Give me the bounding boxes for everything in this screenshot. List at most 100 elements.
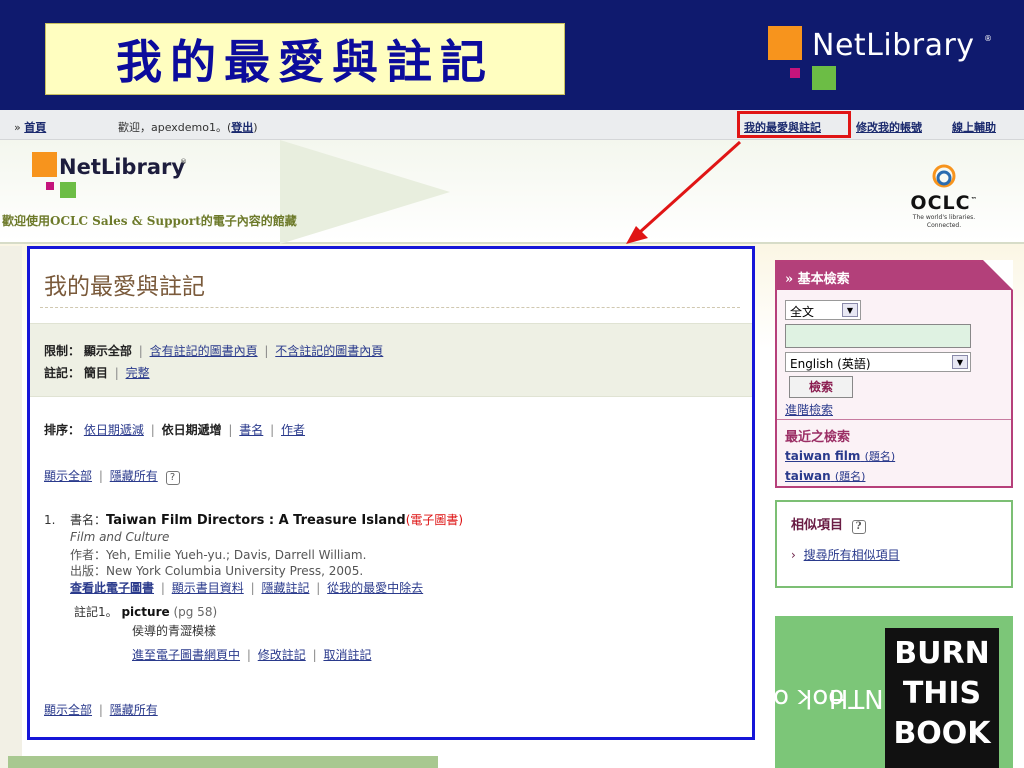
netlibrary-logo[interactable]: NetLibrary ® <box>32 152 202 202</box>
book-of-the-month-promo[interactable]: ook of the ONTH BURN THIS BOOK <box>775 616 1013 768</box>
advanced-search-link[interactable]: 進階檢索 <box>785 401 833 418</box>
show-all-link[interactable]: 顯示全部 <box>44 469 92 483</box>
note-keyword: picture <box>121 605 170 619</box>
sort-title-link[interactable]: 書名 <box>239 423 263 437</box>
book-cover-line-3: BOOK <box>893 716 991 751</box>
logo-registered-mark: ® <box>180 158 187 166</box>
botm-vertical-text: ook of the ONTH <box>775 628 905 768</box>
home-link[interactable]: 首頁 <box>24 121 46 134</box>
similar-items-panel: 相似項目 ? › 搜尋所有相似項目 <box>775 500 1013 588</box>
logo-orange-square <box>32 152 57 177</box>
oclc-tagline-1: The world's libraries. <box>912 214 976 221</box>
botm-book-cover[interactable]: BURN THIS BOOK <box>885 628 999 768</box>
search-similar-link[interactable]: 搜尋所有相似項目 <box>804 548 900 562</box>
edit-note-link[interactable]: 修改註記 <box>258 648 306 662</box>
favorites-highlight-box <box>737 111 851 138</box>
book-cover-line-1: BURN <box>894 636 990 671</box>
search-scope-select[interactable]: 全文 ▼ <box>785 300 861 320</box>
search-divider <box>777 419 1011 420</box>
search-button[interactable]: 檢索 <box>789 376 853 398</box>
chevron-down-icon: ▼ <box>952 355 968 369</box>
filter-box: 限制： 顯示全部 | 含有註記的圖書內頁 | 不含註記的圖書內頁 註記： 簡目 … <box>30 323 752 397</box>
separator: | <box>98 469 103 483</box>
author-line: 作者：Yeh, Emilie Yueh-yu.; Davis, Darrell … <box>70 548 367 562</box>
delete-note-link[interactable]: 取消註記 <box>323 648 371 662</box>
separator: | <box>312 648 317 662</box>
notes-row: 註記： 簡目 | 完整 <box>44 364 150 381</box>
record-title-line: 書名：Taiwan Film Directors : A Treasure Is… <box>70 511 463 528</box>
separator: | <box>316 581 321 595</box>
logo-orange-square <box>768 26 802 60</box>
edit-account-link[interactable]: 修改我的帳號 <box>856 119 922 135</box>
slide-title: 我的最愛與註記 <box>116 35 494 89</box>
page-title: 我的最愛與註記 <box>44 274 205 300</box>
logo-text: NetLibrary <box>59 155 186 179</box>
notes-full-link[interactable]: 完整 <box>126 366 150 380</box>
oclc-logo[interactable]: OCLC™ The world's libraries. Connected. <box>894 160 994 240</box>
language-select[interactable]: English (英語) ▼ <box>785 352 971 372</box>
record-number: 1. <box>44 513 56 527</box>
oclc-name: OCLC™ <box>910 192 978 214</box>
online-help-link[interactable]: 線上輔助 <box>952 119 996 135</box>
logo-registered-mark: ® <box>984 34 992 43</box>
favorites-panel: 我的最愛與註記 限制： 顯示全部 | 含有註記的圖書內頁 | 不含註記的圖書內頁… <box>27 246 755 740</box>
show-bib-link[interactable]: 顯示書目資料 <box>172 581 244 595</box>
search-input[interactable] <box>785 324 971 348</box>
limit-with-notes-link[interactable]: 含有註記的圖書內頁 <box>150 344 258 358</box>
hide-all-link[interactable]: 隱藏所有 <box>110 469 158 483</box>
bottom-panel-header <box>8 756 438 768</box>
note-page: (pg 58) <box>173 605 218 619</box>
similar-search-row: › 搜尋所有相似項目 <box>791 546 900 563</box>
sort-current: 依日期遞增 <box>161 423 222 437</box>
collection-welcome-message: 歡迎使用OCLC Sales & Support的電子內容的館藏 <box>2 214 297 228</box>
separator: | <box>138 344 143 358</box>
separator: | <box>160 581 165 595</box>
hide-all-link[interactable]: 隱藏所有 <box>110 703 158 717</box>
separator: | <box>114 366 119 380</box>
search-header: » 基本檢索 <box>777 260 1013 290</box>
remove-favorite-link[interactable]: 從我的最愛中除去 <box>327 581 423 595</box>
recent-search-item[interactable]: taiwan (題名) <box>785 468 865 484</box>
logo-green-square <box>812 66 836 90</box>
sort-date-desc-link[interactable]: 依日期遞減 <box>84 423 144 437</box>
welcome-close: ) <box>253 121 258 134</box>
oclc-swirl-icon <box>932 164 956 188</box>
hide-notes-link[interactable]: 隱藏註記 <box>261 581 309 595</box>
separator: | <box>250 581 255 595</box>
show-hide-row-top: 顯示全部 | 隱藏所有 ? <box>44 467 180 485</box>
record-actions: 查看此電子圖書 | 顯示書目資料 | 隱藏註記 | 從我的最愛中除去 <box>70 579 423 596</box>
note-text: 侯導的青澀模樣 <box>132 624 217 638</box>
netlibrary-logo-large: NetLibrary ® <box>768 26 998 96</box>
double-chevron-icon: » <box>785 272 794 287</box>
separator: | <box>150 423 155 437</box>
similar-items-title: 相似項目 ? <box>791 514 866 534</box>
limit-without-notes-link[interactable]: 不含註記的圖書內頁 <box>275 344 383 358</box>
recent-searches-title: 最近之檢索 <box>785 430 851 445</box>
logout-link[interactable]: 登出 <box>231 121 253 134</box>
separator: | <box>228 423 233 437</box>
oclc-tagline-2: Connected. <box>926 222 962 229</box>
limit-label: 限制： <box>44 344 81 358</box>
help-icon[interactable]: ? <box>851 520 866 534</box>
language-value: English (英語) <box>790 357 871 371</box>
recent-search-item[interactable]: taiwan film (題名) <box>785 448 895 464</box>
show-all-link[interactable]: 顯示全部 <box>44 703 92 717</box>
notes-label: 註記： <box>44 366 81 380</box>
breadcrumb: » 首頁 <box>14 119 46 135</box>
limit-row: 限制： 顯示全部 | 含有註記的圖書內頁 | 不含註記的圖書內頁 <box>44 342 383 359</box>
separator: | <box>98 703 103 717</box>
view-ebook-link[interactable]: 查看此電子圖書 <box>70 581 154 595</box>
logo-green-square <box>60 182 76 198</box>
sort-author-link[interactable]: 作者 <box>281 423 305 437</box>
notes-current: 簡目 <box>83 366 108 380</box>
note-actions: 進至電子圖書網頁中 | 修改註記 | 取消註記 <box>132 646 371 663</box>
top-navigation-bar: » 首頁 歡迎，apexdemo1。(登出) 我的最愛與註記 修改我的帳號 線上… <box>0 110 1024 140</box>
site-banner: NetLibrary ® 歡迎使用OCLC Sales & Support的電子… <box>0 140 1024 244</box>
welcome-text: 歡迎，apexdemo1。(登出) <box>118 119 258 135</box>
breadcrumb-prefix: » <box>14 121 21 134</box>
help-icon[interactable]: ? <box>165 471 180 485</box>
separator: | <box>264 344 269 358</box>
scope-value: 全文 <box>790 305 815 319</box>
goto-ebook-page-link[interactable]: 進至電子圖書網頁中 <box>132 648 240 662</box>
welcome-user: 歡迎，apexdemo1。( <box>118 121 232 134</box>
